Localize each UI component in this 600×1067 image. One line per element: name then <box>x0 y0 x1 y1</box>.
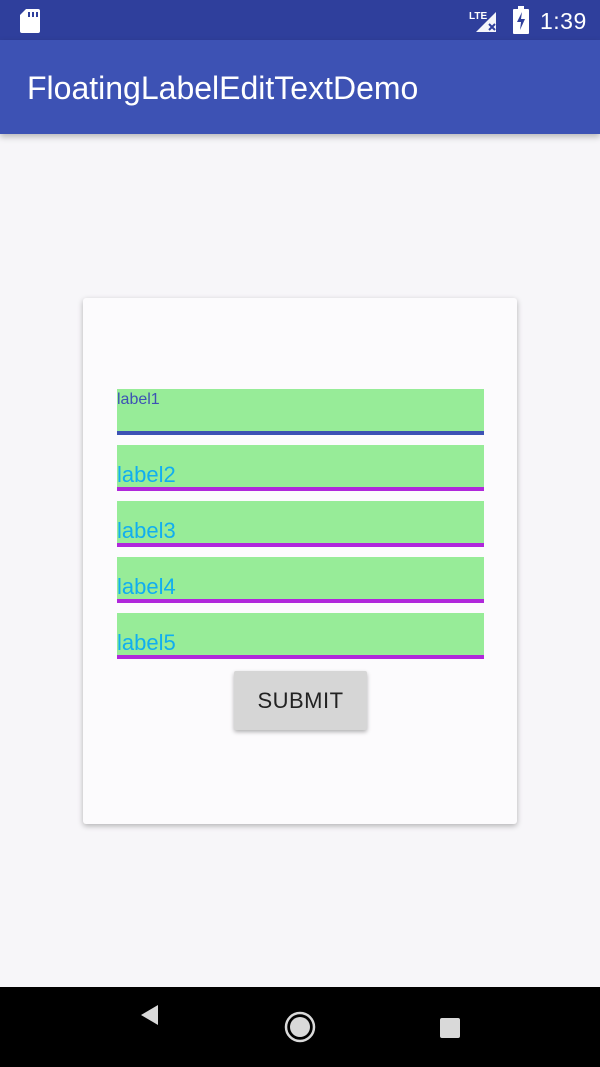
navigation-bar <box>0 987 600 1067</box>
network-label: LTE <box>469 11 487 22</box>
back-icon[interactable] <box>138 1003 162 1027</box>
lte-signal-icon: LTE <box>469 11 496 32</box>
field-label: label3 <box>117 518 176 543</box>
label3-input[interactable]: label3 <box>117 501 484 547</box>
field-underline <box>117 431 484 435</box>
recents-icon[interactable] <box>440 1018 460 1038</box>
status-bar: LTE 1:39 <box>0 0 600 40</box>
sd-card-icon <box>20 9 40 33</box>
field-label: label2 <box>117 462 176 487</box>
form-card: label1 label2 label3 label4 label5 SUBMI… <box>83 298 517 824</box>
submit-button[interactable]: SUBMIT <box>234 671 367 730</box>
field-underline <box>117 543 484 547</box>
label2-input[interactable]: label2 <box>117 445 484 491</box>
field-label: label5 <box>117 630 176 655</box>
status-clock: 1:39 <box>540 8 587 34</box>
field-label: label4 <box>117 574 176 599</box>
label4-input[interactable]: label4 <box>117 557 484 603</box>
field-underline <box>117 655 484 659</box>
app-title: FloatingLabelEditTextDemo <box>27 70 419 106</box>
field-underline <box>117 599 484 603</box>
field-underline <box>117 487 484 491</box>
field-label: label1 <box>117 391 160 408</box>
app-bar: FloatingLabelEditTextDemo <box>0 40 600 134</box>
label5-input[interactable]: label5 <box>117 613 484 659</box>
battery-charging-icon <box>513 6 529 34</box>
label1-input[interactable]: label1 <box>117 389 484 435</box>
home-icon[interactable] <box>284 1011 316 1043</box>
